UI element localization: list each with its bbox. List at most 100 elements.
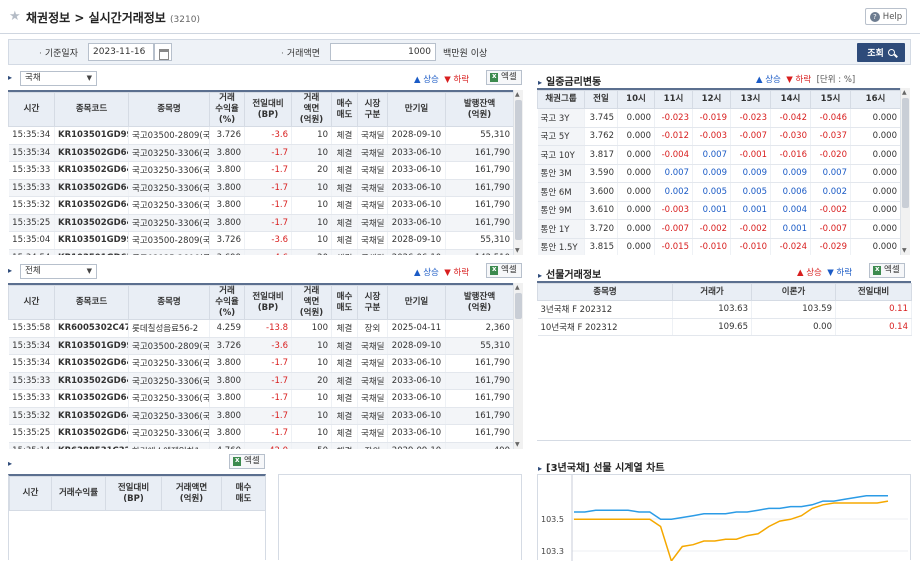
table-row[interactable]: 15:35:34 KR103502GD64 국고03250-3306(국 3.800-… bbox=[8, 144, 513, 162]
calendar-icon[interactable] bbox=[154, 43, 172, 61]
panel2-col-header[interactable]: 시간 bbox=[8, 285, 55, 320]
table-cell: 통안 6M bbox=[537, 182, 585, 202]
panel1-market-select[interactable]: 국채 ▼ bbox=[20, 71, 97, 86]
panel2-col-header[interactable]: 거래 액면 (억원) bbox=[291, 285, 332, 320]
rates-col-header[interactable]: 14시 bbox=[770, 90, 811, 109]
panel1-col-header[interactable]: 거래 수익율 (%) bbox=[209, 92, 245, 127]
panel1-col-header[interactable]: 시장 구분 bbox=[357, 92, 388, 127]
table-cell: -1.7 bbox=[244, 196, 292, 215]
panel2-col-header[interactable]: 만기일 bbox=[387, 285, 446, 320]
scroll-down-icon[interactable]: ▼ bbox=[902, 247, 907, 254]
help-button[interactable]: ? Help bbox=[865, 8, 907, 25]
date-input[interactable]: 2023-11-16 bbox=[88, 43, 154, 61]
panel2-col-header[interactable]: 매수 매도 bbox=[331, 285, 358, 320]
scroll-up-icon[interactable]: ▲ bbox=[515, 284, 520, 291]
table-row[interactable]: 3년국채 F 202312 103.63 103.59 0.11 bbox=[537, 300, 912, 319]
futures-col-header[interactable]: 이론가 bbox=[751, 283, 836, 301]
table-row[interactable]: 통안 3M 3.590 0.000 0.007 0.009 0.009 0.009 0.007… bbox=[537, 164, 900, 183]
rates-col-header[interactable]: 10시 bbox=[617, 90, 655, 109]
table-row[interactable]: 통안 9M 3.610 0.000 -0.003 0.001 0.001 0.004 -0.0… bbox=[537, 201, 900, 220]
panel1-col-header[interactable]: 거래 액면 (억원) bbox=[291, 92, 332, 127]
futures-excel-button[interactable]: 엑셀 bbox=[869, 263, 905, 278]
table-row[interactable]: 국고 3Y 3.745 0.000 -0.023 -0.019 -0.023 -0.042-… bbox=[537, 108, 900, 128]
table-row[interactable]: 통안 1Y 3.720 0.000 -0.007 -0.002 -0.002 0.001 -0… bbox=[537, 219, 900, 239]
scroll-down-icon[interactable]: ▼ bbox=[515, 441, 520, 448]
panel2-col-header[interactable]: 종목명 bbox=[128, 285, 210, 320]
favorite-star-icon[interactable]: ★ bbox=[9, 9, 21, 24]
table-cell: 2033-06-10 bbox=[387, 144, 446, 162]
panel2-col-header[interactable]: 발행잔액 (억원) bbox=[445, 285, 513, 320]
futures-col-header[interactable]: 거래가 bbox=[672, 283, 752, 301]
table-row[interactable]: 15:35:34 KR103501GD99 국고03500-2809(국 3.726-… bbox=[8, 337, 513, 355]
volume-input[interactable]: 1000 bbox=[330, 43, 436, 61]
panel2-market-select[interactable]: 전체 ▼ bbox=[20, 264, 97, 279]
rates-col-header[interactable]: 11시 bbox=[654, 90, 693, 109]
scroll-up-icon[interactable]: ▲ bbox=[902, 89, 907, 96]
table-cell: -1.7 bbox=[244, 179, 292, 197]
legend-up: ▲ 상승 bbox=[797, 268, 822, 278]
scroll-thumb[interactable] bbox=[902, 98, 909, 208]
table-row[interactable]: 15:35:33 KR103502GD64 국고03250-3306(국 3.800-… bbox=[8, 161, 513, 180]
panel1-col-header[interactable]: 종목명 bbox=[128, 92, 210, 127]
query-button[interactable]: 조회 bbox=[857, 43, 905, 62]
panel1-col-header[interactable]: 만기일 bbox=[387, 92, 446, 127]
table-row[interactable]: 15:35:32 KR103502GD64 국고03250-3306(국 3.800-… bbox=[8, 196, 513, 215]
table-row[interactable]: 15:35:34 KR103501GD99 국고03500-2809(국 3.726-… bbox=[8, 126, 513, 145]
scroll-thumb[interactable] bbox=[515, 293, 522, 319]
table-cell: 2033-06-10 bbox=[387, 407, 446, 425]
panel2-col-header[interactable]: 시장 구분 bbox=[357, 285, 388, 320]
panel3-col-header[interactable]: 거래액면 (억원) bbox=[161, 476, 222, 511]
table-row[interactable]: 국고 5Y 3.762 0.000 -0.012 -0.003 -0.007 -0.030-… bbox=[537, 127, 900, 146]
panel3-col-header[interactable]: 시간 bbox=[9, 476, 52, 511]
table-cell: 국고03250-3306(국 bbox=[128, 196, 210, 215]
rates-col-header[interactable]: 15시 bbox=[810, 90, 851, 109]
table-row[interactable]: 15:35:33 KR103502GD64 국고03250-3306(국 3.800-… bbox=[8, 372, 513, 390]
panel2-scrollbar[interactable]: ▲ ▼ bbox=[513, 283, 523, 449]
panel2-col-header[interactable]: 종목코드 bbox=[54, 285, 129, 320]
rates-scrollbar[interactable]: ▲ ▼ bbox=[900, 88, 910, 255]
panel1-col-header[interactable]: 발행잔액 (억원) bbox=[445, 92, 513, 127]
table-row[interactable]: 15:35:25 KR103502GD64 국고03250-3306(국 3.800-… bbox=[8, 214, 513, 232]
table-row[interactable]: 15:35:25 KR103502GD64 국고03250-3306(국 3.800-… bbox=[8, 424, 513, 443]
panel1-excel-button[interactable]: 엑셀 bbox=[486, 70, 522, 85]
table-row[interactable]: 15:35:58 KR6005302C47 롯데칠성음료56-2 4.259 -13.8… bbox=[8, 319, 513, 338]
panel3-col-header[interactable]: 전일대비 (BP) bbox=[105, 476, 162, 511]
rates-col-header[interactable]: 채권그룹 bbox=[537, 90, 585, 109]
table-cell: -1.7 bbox=[244, 407, 292, 425]
panel3-col-header[interactable]: 거래수익률 bbox=[51, 476, 106, 511]
rates-col-header[interactable]: 12시 bbox=[692, 90, 731, 109]
table-row[interactable]: 15:35:14KR6388531C32하림에스엔제일차1-4.760-42.0… bbox=[8, 442, 513, 449]
table-row[interactable]: 15:35:34 KR103502GD64 국고03250-3306(국 3.800-… bbox=[8, 354, 513, 373]
panel2-col-header[interactable]: 전일대비 (BP) bbox=[244, 285, 292, 320]
table-row[interactable]: 국고 10Y 3.817 0.000 -0.004 0.007 -0.001 -0.016-… bbox=[537, 145, 900, 165]
panel1-col-header[interactable]: 전일대비 (BP) bbox=[244, 92, 292, 127]
futures-col-header[interactable]: 종목명 bbox=[537, 283, 673, 301]
rates-col-header[interactable]: 16시 bbox=[850, 90, 900, 109]
panel1-col-header[interactable]: 시간 bbox=[8, 92, 55, 127]
scroll-thumb[interactable] bbox=[515, 100, 522, 240]
table-cell: 3.800 bbox=[209, 354, 245, 373]
table-row[interactable]: 통안 6M 3.600 0.000 0.002 0.005 0.005 0.006 0.002… bbox=[537, 182, 900, 202]
rates-col-header[interactable]: 전일 bbox=[584, 90, 618, 109]
table-row[interactable]: 10년국채 F 202312 109.65 0.00 0.14 bbox=[537, 318, 912, 336]
panel1-scrollbar[interactable]: ▲ ▼ bbox=[513, 90, 523, 255]
futures-col-header[interactable]: 전일대비 bbox=[835, 283, 912, 301]
scroll-down-icon[interactable]: ▼ bbox=[515, 247, 520, 254]
table-cell: 10 bbox=[291, 196, 332, 215]
table-cell: 2033-06-10 bbox=[387, 389, 446, 408]
table-row[interactable]: 15:35:04 KR103501GD99 국고03500-2809(국 3.726-… bbox=[8, 231, 513, 250]
panel2-col-header[interactable]: 거래 수익율 (%) bbox=[209, 285, 245, 320]
table-row[interactable]: 15:35:33 KR103502GD64 국고03250-3306(국 3.800-… bbox=[8, 179, 513, 197]
panel3-col-header[interactable]: 매수 매도 bbox=[221, 476, 266, 511]
table-row[interactable]: 통안 1.5Y 3.815 0.000 -0.015 -0.010 -0.010 -0.02… bbox=[537, 238, 900, 255]
panel1-col-header[interactable]: 매수 매도 bbox=[331, 92, 358, 127]
table-row[interactable]: 15:35:32 KR103502GD64 국고03250-3306(국 3.800-… bbox=[8, 407, 513, 425]
panel2-excel-button[interactable]: 엑셀 bbox=[486, 263, 522, 278]
table-row[interactable]: 15:34:54KR103501GD65국고03125-2606(국3.699-… bbox=[8, 249, 513, 255]
table-row[interactable]: 15:35:33 KR103502GD64 국고03250-3306(국 3.800-… bbox=[8, 389, 513, 408]
panel1-col-header[interactable]: 종목코드 bbox=[54, 92, 129, 127]
scroll-up-icon[interactable]: ▲ bbox=[515, 91, 520, 98]
rates-col-header[interactable]: 13시 bbox=[730, 90, 771, 109]
table-cell: 통안 3M bbox=[537, 164, 585, 183]
panel3-excel-button[interactable]: 엑셀 bbox=[229, 454, 265, 469]
